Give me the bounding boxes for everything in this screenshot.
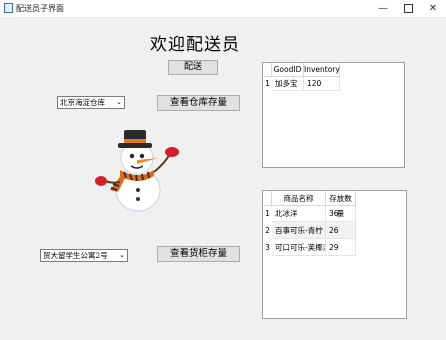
- maximize-button[interactable]: [395, 1, 421, 16]
- row-number: 3: [265, 243, 270, 252]
- table-cell[interactable]: 可口可乐-荚椰派: [272, 239, 326, 256]
- check-cabinet-button[interactable]: 查看货柜存量: [157, 246, 240, 262]
- warehouse-select[interactable]: 北京海淀仓库 ⌄: [57, 96, 125, 109]
- warehouse-select-value: 北京海淀仓库: [60, 98, 105, 107]
- table-cell[interactable]: 120: [304, 77, 340, 91]
- page-title: 欢迎配送员: [150, 35, 240, 55]
- minimize-button[interactable]: —: [370, 1, 396, 16]
- row-number: 1: [265, 79, 270, 88]
- table-cell[interactable]: 29: [326, 239, 356, 256]
- deliver-button[interactable]: 配送: [168, 60, 218, 75]
- row-number: 1: [265, 209, 270, 218]
- cabinet-select-value: 贸大留学生公寓2号: [43, 251, 108, 260]
- table-corner: [263, 63, 272, 77]
- chevron-down-icon: ⌄: [119, 251, 125, 259]
- chevron-down-icon: ⌄: [116, 98, 122, 106]
- table-cell[interactable]: 百事可乐-青柠: [272, 222, 326, 239]
- close-button[interactable]: ✕: [420, 1, 446, 16]
- title-bar: 配送员子界面 — ✕: [0, 0, 446, 17]
- table-corner: [263, 191, 272, 206]
- check-warehouse-button[interactable]: 查看仓库存量: [157, 95, 240, 111]
- table-cell[interactable]: 26: [326, 222, 356, 239]
- table-cell[interactable]: 加多宝: [272, 77, 304, 91]
- maximize-icon: [403, 3, 413, 13]
- column-header[interactable]: Inventory: [304, 63, 340, 77]
- snowman-icon: [95, 130, 179, 212]
- row-number: 2: [265, 226, 270, 235]
- table-cell[interactable]: 北冰洋: [272, 206, 326, 222]
- table-cell[interactable]: 36: [326, 206, 356, 222]
- cabinet-select[interactable]: 贸大留学生公寓2号 ⌄: [40, 249, 128, 262]
- warehouse-inventory-table[interactable]: GoodID Inventory 1 加多宝 120: [262, 62, 405, 168]
- cabinet-inventory-table[interactable]: 商品名称 存放数量 1 北冰洋 36 2 百事可乐-青柠 26 3 可口可乐-荚…: [262, 190, 407, 319]
- app-window-icon: [4, 3, 13, 13]
- column-header[interactable]: 存放数量: [326, 191, 356, 218]
- window-title: 配送员子界面: [16, 4, 64, 13]
- column-header[interactable]: GoodID: [272, 63, 304, 77]
- column-header[interactable]: 商品名称: [272, 191, 326, 206]
